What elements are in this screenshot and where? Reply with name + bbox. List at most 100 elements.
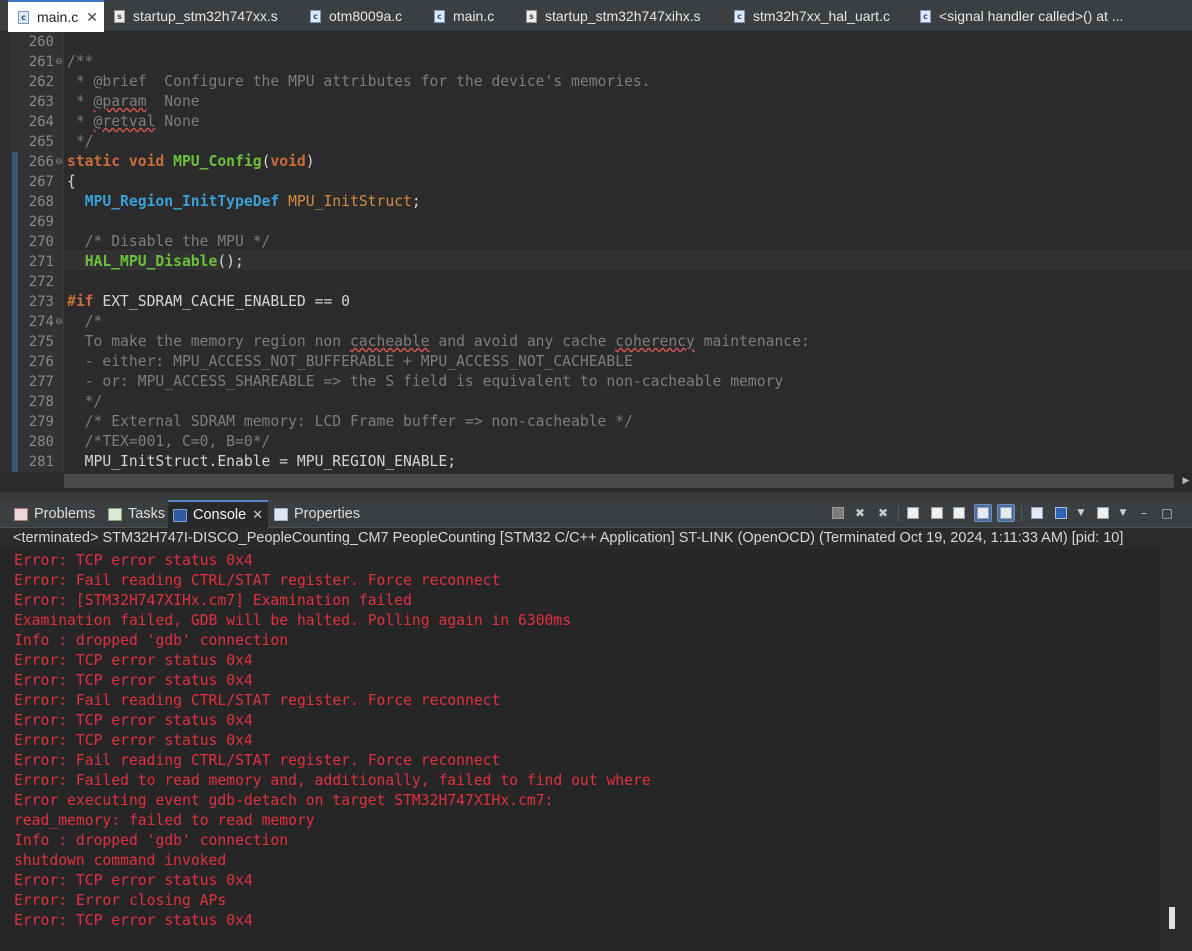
open-console-dropdown[interactable]: ▼ <box>1114 504 1132 522</box>
code-token: and avoid any cache <box>429 333 616 350</box>
maximize-button[interactable]: □ <box>1158 504 1176 522</box>
close-icon[interactable]: ✕ <box>252 507 263 523</box>
clear-console-button[interactable] <box>904 504 922 522</box>
editor-tab-signal-handler[interactable]: c <signal handler called>() at ... <box>910 0 1192 32</box>
stderr-icon <box>1000 507 1012 519</box>
code-line[interactable]: /* <box>67 312 103 332</box>
scrollbar-thumb[interactable] <box>64 474 1174 488</box>
editor-horizontal-scrollbar[interactable]: ▶ <box>64 472 1192 492</box>
editor-tab-otm8009a-c[interactable]: c otm8009a.c <box>300 0 424 32</box>
code-line[interactable]: * @retval None <box>67 112 200 132</box>
code-line[interactable]: To make the memory region non cacheable … <box>67 332 810 352</box>
toolbar-separator <box>1021 506 1022 522</box>
editor-tab-startup-stm32h747xx-s[interactable]: s startup_stm32h747xx.s <box>104 0 300 32</box>
display-console-button[interactable] <box>1052 504 1070 522</box>
line-number: 269 <box>28 214 54 230</box>
console-line: shutdown command invoked <box>14 852 227 869</box>
editor-tab-label: otm8009a.c <box>329 8 403 24</box>
code-token: */ <box>67 133 94 150</box>
display-console-dropdown[interactable]: ▼ <box>1072 504 1090 522</box>
remove-all-terminated-button[interactable]: ✖ <box>874 504 892 522</box>
code-editor[interactable]: 260 261 ⊖ 262 263 264 265 266 ⊖ 267 268 269 270 271 27… <box>0 32 1192 472</box>
show-on-stdout-button[interactable] <box>974 504 992 522</box>
code-line[interactable]: /* External SDRAM memory: LCD Frame buff… <box>67 412 633 432</box>
tab-properties[interactable]: Properties <box>274 500 360 528</box>
c-file-icon: c <box>734 9 745 23</box>
console-line: Error: Fail reading CTRL/STAT register. … <box>14 752 501 769</box>
editor-tab-main-c[interactable]: c main.c ✕ <box>8 0 104 32</box>
line-number: 281 <box>28 454 54 470</box>
terminate-button[interactable] <box>829 504 847 522</box>
tab-problems[interactable]: Problems <box>14 500 95 528</box>
code-token: MPU_InitStruct <box>288 193 412 210</box>
scroll-right-icon[interactable]: ▶ <box>1180 474 1192 488</box>
line-number: 261 <box>28 54 54 70</box>
editor-tab-stm32h7xx-hal-uart-c[interactable]: c stm32h7xx_hal_uart.c <box>724 0 910 32</box>
console-line: Error: TCP error status 0x4 <box>14 552 253 569</box>
change-marker <box>12 152 18 172</box>
console-line: Info : dropped 'gdb' connection <box>14 832 289 849</box>
show-on-stderr-button[interactable] <box>997 504 1015 522</box>
code-line[interactable]: /* Disable the MPU */ <box>67 232 271 252</box>
console-output[interactable]: Error: TCP error status 0x4 Error: Fail r… <box>0 549 1160 951</box>
line-number: 262 <box>28 74 54 90</box>
remove-icon: ✖ <box>854 506 866 520</box>
code-line[interactable]: - either: MPU_ACCESS_NOT_BUFFERABLE + MP… <box>67 352 633 372</box>
console-line: Error: TCP error status 0x4 <box>14 652 253 669</box>
code-line[interactable]: * @brief Configure the MPU attributes fo… <box>67 72 651 92</box>
scroll-lock-button[interactable] <box>928 504 946 522</box>
tab-console[interactable]: Console ✕ <box>168 500 268 528</box>
fold-toggle-icon[interactable]: ⊖ <box>54 152 64 172</box>
open-console-button[interactable] <box>1094 504 1112 522</box>
console-line: Info : dropped 'gdb' connection <box>14 632 289 649</box>
code-line[interactable]: */ <box>67 392 103 412</box>
editor-tab-main-c-2[interactable]: c main.c <box>424 0 516 32</box>
pin-console-button[interactable] <box>1028 504 1046 522</box>
tab-label: Properties <box>294 506 361 522</box>
code-line[interactable]: /*TEX=001, C=0, B=0*/ <box>67 432 271 452</box>
panel-splitter[interactable] <box>0 492 1192 500</box>
new-console-icon <box>1097 507 1109 519</box>
console-line: Error: TCP error status 0x4 <box>14 732 253 749</box>
display-console-icon <box>1055 507 1067 519</box>
code-line[interactable]: */ <box>67 132 94 152</box>
code-token: MPU_Region_InitTypeDef <box>84 193 280 210</box>
editor-tab-label: main.c <box>37 9 79 25</box>
change-marker <box>12 392 18 412</box>
code-line[interactable]: /** <box>67 52 94 72</box>
bottom-panel-tab-bar: Problems Tasks Console ✕ Properties ✖ ✖ … <box>0 500 1192 528</box>
scrollbar-thumb[interactable] <box>1169 907 1175 929</box>
code-line[interactable]: - or: MPU_ACCESS_SHAREABLE => the S fiel… <box>67 372 784 392</box>
code-token: @param <box>93 93 147 110</box>
change-marker <box>12 312 18 332</box>
c-file-icon: c <box>18 10 29 24</box>
tab-tasks[interactable]: Tasks <box>108 500 165 528</box>
code-line[interactable]: #if EXT_SDRAM_CACHE_ENABLED == 0 <box>67 292 350 312</box>
code-line[interactable]: HAL_MPU_Disable(); <box>67 252 244 272</box>
minimize-button[interactable]: – <box>1135 504 1153 522</box>
c-file-icon: c <box>310 9 321 23</box>
code-line[interactable]: MPU_InitStruct.Enable = MPU_REGION_ENABL… <box>67 452 456 472</box>
fold-toggle-icon[interactable]: ⊖ <box>54 52 64 72</box>
console-line: Error: Fail reading CTRL/STAT register. … <box>14 572 501 589</box>
change-marker <box>12 232 18 252</box>
console-vertical-scrollbar[interactable] <box>1160 549 1192 951</box>
clear-console-icon <box>907 507 919 519</box>
code-line[interactable]: { <box>67 172 76 192</box>
close-icon[interactable]: ✕ <box>86 9 98 26</box>
line-number: 264 <box>28 114 54 130</box>
word-wrap-button[interactable] <box>950 504 968 522</box>
code-line[interactable]: static void MPU_Config(void) <box>67 152 315 172</box>
editor-tab-label: <signal handler called>() at ... <box>939 8 1124 24</box>
remove-launch-button[interactable]: ✖ <box>851 504 869 522</box>
code-token: /*TEX=001, C=0, B=0*/ <box>67 433 271 450</box>
editor-tab-startup-stm32h747xihx-s[interactable]: s startup_stm32h747xihx.s <box>516 0 724 32</box>
c-file-icon: c <box>920 9 931 23</box>
code-line[interactable]: * @param None <box>67 92 200 112</box>
fold-toggle-icon[interactable]: ⊖ <box>54 312 64 332</box>
code-token: static <box>67 153 121 170</box>
code-line[interactable]: MPU_Region_InitTypeDef MPU_InitStruct; <box>67 192 421 212</box>
